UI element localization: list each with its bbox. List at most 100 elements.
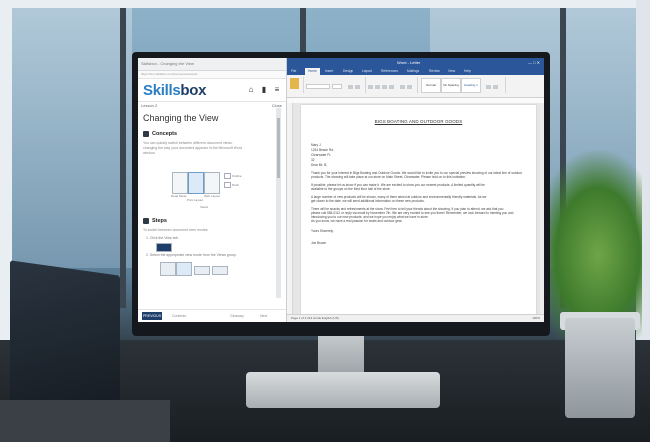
document-page[interactable]: BIGS BOATING AND OUTDOOR GOODS Mary J. 1… [301,105,536,315]
skillsbox-panel: Skillsbox - Changing the View https://lm… [138,58,287,322]
ribbon: Normal No Spacing Heading 1 [287,75,544,107]
read-mode-label: Read Mode [171,194,187,198]
address-line: 32 [311,158,315,162]
tab-file[interactable]: File [291,68,296,75]
lesson-title: Changing the View [143,113,219,123]
tab-layout[interactable]: Layout [362,68,372,75]
laptop-base [0,400,170,442]
lesson-label[interactable]: Lesson 2 [141,103,157,108]
window-view [12,8,132,268]
monitor-base [246,372,440,408]
bookmark-icon[interactable]: ▮ [259,85,269,95]
menu-icon[interactable]: ≡ [272,85,282,95]
steps-list: 1. Click the View tab. 2. Select the app… [138,235,286,283]
draft-label: Draft [232,183,239,187]
find-icon[interactable] [486,85,491,89]
draft-icon[interactable] [224,182,231,188]
phone-holder-body [565,318,635,418]
print-layout-button[interactable] [188,172,204,194]
views-illustration: Read Mode Print Layout Web Layout Outlin… [138,162,286,212]
next-link[interactable]: Next [260,312,267,320]
draft-illustration [212,266,228,275]
tab-help[interactable]: Help [464,68,471,75]
signature: Joe Brown [311,241,327,245]
editing-group [485,77,506,93]
salutation: Dear Mr. B, [311,163,328,167]
read-mode-button[interactable] [172,172,188,194]
numbering-icon[interactable] [375,85,380,89]
address-line: Mary J. [311,143,322,147]
tab-mailings[interactable]: Mailings [407,68,419,75]
outline-label: Outline [232,174,242,178]
clipboard-group [289,77,304,93]
body-line: products. The showing will take place at… [311,175,466,179]
view-tab-illustration [156,243,172,252]
tab-references[interactable]: References [381,68,398,75]
glossary-link[interactable]: Glossary [230,312,244,320]
lesson-nav: Lesson 2 Close [138,102,286,110]
step-2: 2. Select the appropriate view mode from… [146,253,237,257]
bullets-icon[interactable] [368,85,373,89]
concepts-text: You can quickly switch between different… [143,141,242,155]
sort-icon[interactable] [389,85,394,89]
replace-icon[interactable] [493,85,498,89]
document-scrollbar[interactable] [540,103,544,315]
tab-review[interactable]: Review [429,68,440,75]
paragraph-group [367,77,418,107]
body-line: get closer to the date, we will send add… [311,199,425,203]
style-normal[interactable]: Normal [421,78,441,93]
style-heading-1[interactable]: Heading 1 [461,78,481,93]
font-name-box[interactable] [306,84,330,89]
web-layout-button[interactable] [204,172,220,194]
contents-link[interactable]: Contents [172,312,186,320]
word-window: Word - Letter — □ ✕ File Home Insert Des… [287,58,544,322]
monitor-screen: Skillsbox - Changing the View https://lm… [138,58,544,322]
home-icon[interactable]: ⌂ [246,85,256,95]
office-scene: Skillsbox - Changing the View https://lm… [0,0,650,442]
bold-icon[interactable] [348,85,354,89]
frame-top [0,0,650,8]
steps-icon [143,218,149,224]
read-mode-illustration [160,262,176,276]
outline-illustration [194,266,210,275]
scrollbar-thumb[interactable] [277,118,280,178]
skillsbox-logo[interactable]: Skillsbox [143,82,206,99]
align-center-icon[interactable] [407,85,413,89]
document-title: Word - Letter [397,60,421,65]
window-controls[interactable]: — □ ✕ [528,58,540,67]
document-area: BIGS BOATING AND OUTDOOR GOODS Mary J. 1… [287,103,544,315]
italic-icon[interactable] [355,85,361,89]
address-line: Clearwater FL [311,153,332,157]
browser-tab[interactable]: Skillsbox - Changing the View [138,58,286,71]
tab-design[interactable]: Design [343,68,353,75]
panel-scrollbar[interactable] [276,108,281,298]
steps-heading: Steps [138,216,286,226]
font-group [305,77,366,107]
status-bar: Page 1 of 1 212 words English (US) 100% [287,314,544,322]
status-info: Page 1 of 1 212 words English (US) [291,316,339,320]
previous-button[interactable]: PREVIOUS [142,312,162,320]
tab-insert[interactable]: Insert [325,68,333,75]
print-layout-illustration [176,262,192,276]
views-group-label: Views [200,205,208,209]
body-line: As you know, we have a real passion for … [311,219,403,223]
vertical-ruler [287,103,293,315]
ribbon-tabs: File Home Insert Design Layout Reference… [287,67,544,75]
zoom-level[interactable]: 100% [532,315,540,322]
web-layout-label: Web Layout [204,194,220,198]
address-bar[interactable]: https://lms.skillsbox.com/course/view/wo… [138,71,286,79]
align-left-icon[interactable] [400,85,406,89]
tab-view[interactable]: View [448,68,455,75]
indent-icon[interactable] [382,85,387,89]
concepts-heading: Concepts [138,129,286,139]
steps-intro: To switch between document view modes: [143,228,209,232]
style-no-spacing[interactable]: No Spacing [441,78,461,93]
font-size-box[interactable] [332,84,342,89]
lesson-footer: PREVIOUS Contents Glossary Next [138,309,286,322]
concepts-icon [143,131,149,137]
outline-icon[interactable] [224,173,231,179]
tab-home[interactable]: Home [305,68,320,75]
letter-title: BIGS BOATING AND OUTDOOR GOODS [374,119,463,124]
paste-icon[interactable] [290,78,299,89]
closing: Yours Sincerely, [311,229,334,233]
